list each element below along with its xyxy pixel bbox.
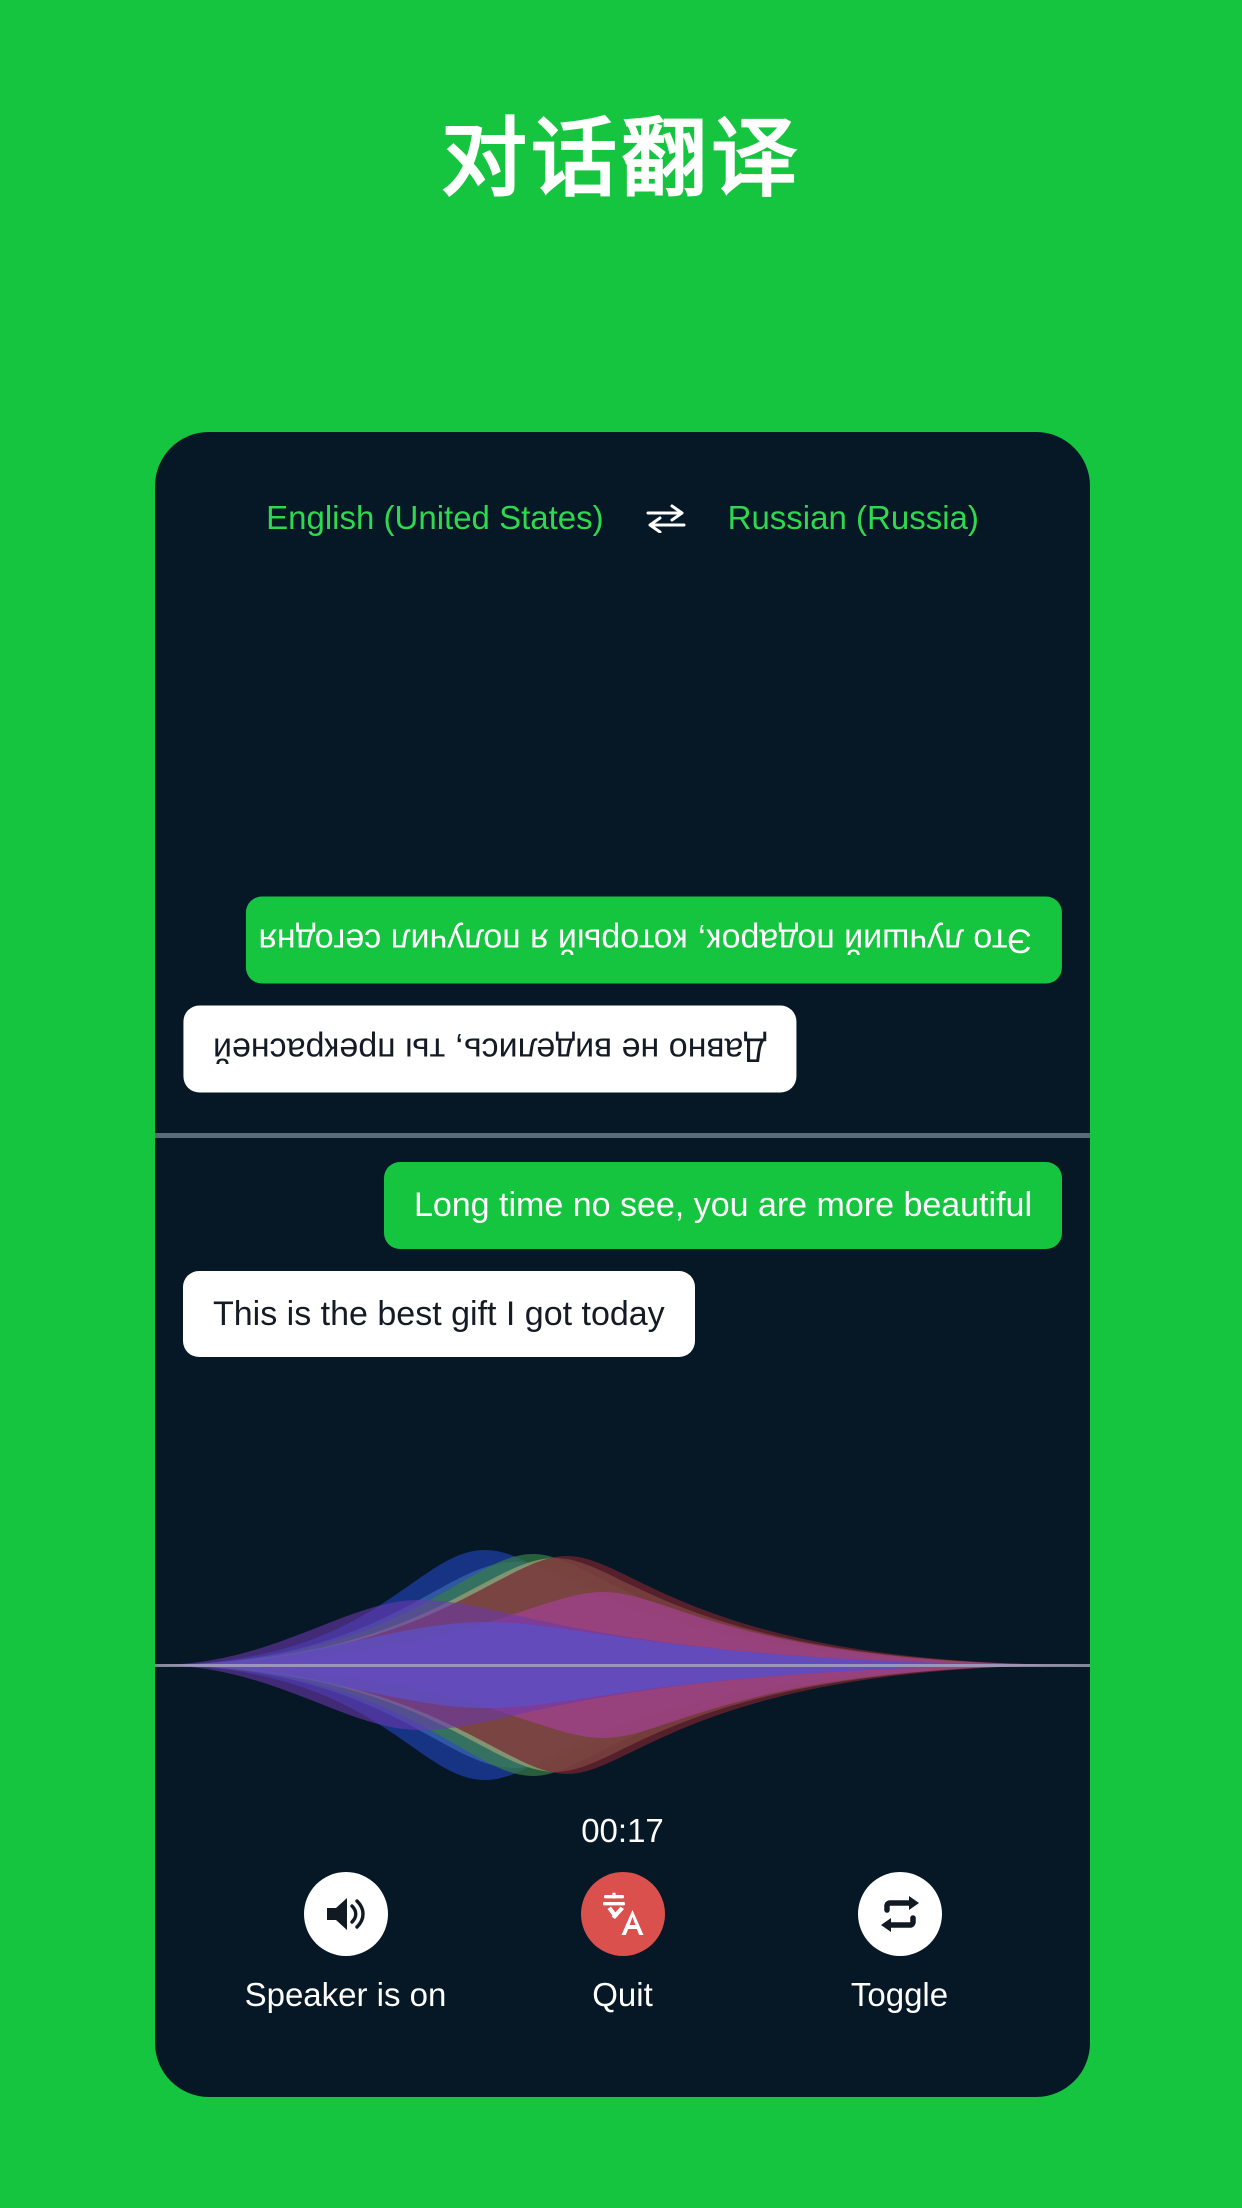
source-language-selector[interactable]: English (United States) — [266, 499, 604, 537]
message-bubble-remote-2[interactable]: Давно не виделись, ты прекрасней — [183, 1005, 797, 1092]
speaker-control[interactable]: Speaker is on — [221, 1872, 471, 2014]
swap-arrows-icon[interactable] — [644, 498, 688, 538]
session-timer: 00:17 — [581, 1812, 664, 1849]
message-bubble-local-2[interactable]: This is the best gift I got today — [183, 1270, 695, 1357]
translate-icon[interactable] — [580, 1872, 665, 1956]
language-bar: English (United States) Russian (Russia) — [155, 490, 1090, 546]
control-bar: Speaker is on Quit Toggle — [155, 1872, 1090, 2014]
page-title: 对话翻译 — [441, 111, 801, 207]
message-bubble-remote-1[interactable]: Это лучший подарок, который я получил се… — [246, 897, 1062, 984]
remote-conversation-pane: Это лучший подарок, который я получил се… — [155, 572, 1090, 1132]
message-row: Давно не виделись, ты прекрасней — [155, 1005, 1090, 1092]
phone-panel: English (United States) Russian (Russia)… — [155, 432, 1090, 2097]
audio-waveform-visualizer — [155, 1540, 1090, 1790]
toggle-repeat-icon[interactable] — [857, 1872, 942, 1956]
speaker-on-icon[interactable] — [303, 1872, 388, 1956]
message-row: Это лучший подарок, который я получил се… — [155, 897, 1090, 984]
message-row: Long time no see, you are more beautiful — [155, 1162, 1090, 1249]
pane-divider — [155, 1133, 1090, 1138]
local-conversation-pane: Long time no see, you are more beautiful… — [155, 1144, 1090, 1379]
toggle-control[interactable]: Toggle — [775, 1872, 1025, 2014]
quit-control-label: Quit — [592, 1976, 653, 2013]
target-language-selector[interactable]: Russian (Russia) — [728, 499, 979, 537]
toggle-control-label: Toggle — [850, 1976, 949, 2013]
speaker-control-label: Speaker is on — [244, 1976, 447, 2013]
quit-control[interactable]: Quit — [498, 1872, 748, 2014]
message-row: This is the best gift I got today — [155, 1270, 1090, 1357]
message-bubble-local-1[interactable]: Long time no see, you are more beautiful — [383, 1162, 1062, 1249]
